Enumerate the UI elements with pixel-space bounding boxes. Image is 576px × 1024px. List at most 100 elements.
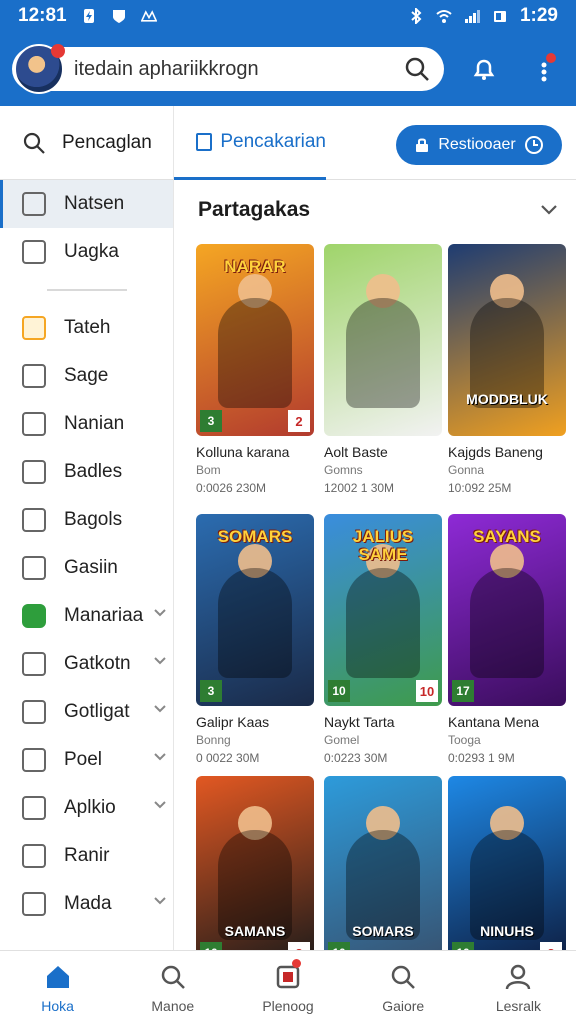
notifications-button[interactable] <box>464 49 504 89</box>
nav-item[interactable]: Manoe <box>115 951 230 1024</box>
restore-button[interactable]: Restiooaer <box>396 125 562 165</box>
restore-label: Restiooaer <box>438 136 516 153</box>
game-card[interactable]: Aolt Baste Gomns 12002 1 30M <box>324 244 442 495</box>
game-cover[interactable]: NARAR 3 2 <box>196 244 314 436</box>
search-icon[interactable] <box>404 56 430 82</box>
sidebar-item-label: Badles <box>64 461 123 482</box>
game-card[interactable]: SOMARS 3 Galipr Kaas Bonng 0 0022 30M <box>196 514 314 765</box>
notification-icon <box>140 10 157 22</box>
pegi-badge: 10 <box>416 680 438 702</box>
sidebar-item-label: Gotligat <box>64 701 130 722</box>
avatar-badge <box>51 44 65 58</box>
sidebar-item-label: Gatkotn <box>64 653 131 674</box>
game-logo: NARAR <box>224 257 286 276</box>
sidebar-item-label: Manariaa <box>64 605 144 626</box>
bottom-nav: Hoka Manoe Plenoog Gaiore Lesralk <box>0 950 576 1024</box>
nav-item[interactable]: Plenoog <box>230 951 345 1024</box>
camera-icon <box>22 240 46 264</box>
age-rating-badge: 17 <box>452 680 474 702</box>
chevron-down-icon[interactable] <box>153 656 167 666</box>
sidebar-item[interactable]: Ranir <box>0 832 173 880</box>
nav-item[interactable]: Hoka <box>0 951 115 1024</box>
sidebar-item[interactable]: Aplkio <box>0 784 173 832</box>
bars-icon <box>22 748 46 772</box>
nav-item[interactable]: Gaiore <box>346 951 461 1024</box>
game-subtitle: Gomns <box>324 463 363 477</box>
game-logo: SAYANS <box>473 527 541 546</box>
more-options-button[interactable] <box>524 49 564 89</box>
sidebar-item[interactable]: Manariaa <box>0 592 173 640</box>
game-logo: NINUHS <box>480 923 534 939</box>
sidebar: Natsen Uagka Tateh Sage Nanian Badles Bagols Ga… <box>0 180 174 950</box>
cross-box-icon <box>22 652 46 676</box>
game-cover[interactable]: JALIUS SAME 10 10 <box>324 514 442 706</box>
sidebar-item[interactable]: Gasiin <box>0 544 173 592</box>
chat-icon <box>22 604 46 628</box>
game-cover[interactable]: MODDBLUK <box>448 244 566 436</box>
sidebar-item[interactable]: Poel <box>0 736 173 784</box>
sidebar-item[interactable]: Natsen <box>0 180 173 228</box>
sidebar-item[interactable]: Tateh <box>0 304 173 352</box>
chevron-down-icon[interactable] <box>540 204 558 216</box>
sidebar-item-label: Aplkio <box>64 797 116 818</box>
sidebar-item[interactable]: Gotligat <box>0 688 173 736</box>
game-card[interactable]: NARAR 3 2 Kolluna karana Bom 0:0026 230M <box>196 244 314 495</box>
more-badge <box>546 53 557 63</box>
game-title: Galipr Kaas <box>196 714 270 730</box>
sidebar-item[interactable]: Nanian <box>0 400 173 448</box>
sidebar-item[interactable]: Bagols <box>0 496 173 544</box>
game-card[interactable]: SOMARS10 <box>324 776 442 950</box>
game-card[interactable]: SAMANS10 2 <box>196 776 314 950</box>
game-cover[interactable]: SOMARS10 <box>324 776 442 950</box>
chevron-down-icon[interactable] <box>153 896 167 906</box>
bluetooth-icon <box>411 8 422 24</box>
chevron-down-icon[interactable] <box>153 608 167 618</box>
sidebar-item-label: Uagka <box>64 241 119 262</box>
pencil-box-icon <box>22 508 46 532</box>
game-logo: SAMANS <box>224 923 286 939</box>
game-card[interactable]: SAYANS 17 Kantana Mena Tooga 0:0293 1 9M <box>448 514 566 765</box>
game-logo: JALIUS SAME <box>352 527 414 564</box>
age-rating-badge: 10 <box>452 942 474 950</box>
game-card[interactable]: MODDBLUK Kajgds Baneng Gonna 10:092 25M <box>448 244 566 495</box>
game-card[interactable]: NINUHS 10 2 <box>448 776 566 950</box>
sidebar-item[interactable]: Gatkotn <box>0 640 173 688</box>
square-icon <box>22 844 46 868</box>
game-logo: MODDBLUK <box>466 391 548 407</box>
sidebar-item-label: Poel <box>64 749 103 770</box>
game-cover[interactable]: SAMANS10 2 <box>196 776 314 950</box>
shield-icon <box>112 10 125 23</box>
game-title: Aolt Baste <box>324 444 388 460</box>
game-cover[interactable]: SAYANS 17 <box>448 514 566 706</box>
app-bar: itedain aphariikkrogn <box>0 32 576 106</box>
status-bar: 12:81 1:29 <box>0 0 576 32</box>
nav-item[interactable]: Lesralk <box>461 951 576 1024</box>
dot-box-icon <box>22 892 46 916</box>
sidebar-item[interactable]: Mada <box>0 880 173 928</box>
game-cover[interactable] <box>324 244 442 436</box>
sidebar-item[interactable]: Uagka <box>0 228 173 276</box>
list-box-icon <box>22 796 46 820</box>
sidebar-search[interactable]: Pencaglan <box>0 106 174 180</box>
game-subtitle: Bonng <box>196 733 231 747</box>
chevron-down-icon[interactable] <box>153 704 167 714</box>
age-rating-badge: 10 <box>328 942 350 950</box>
sidebar-item[interactable]: Sage <box>0 352 173 400</box>
charging-icon <box>83 9 94 23</box>
game-cover[interactable]: SOMARS 3 <box>196 514 314 706</box>
tab-search[interactable]: Pencakarian <box>174 106 326 180</box>
chevron-down-icon[interactable] <box>153 800 167 810</box>
game-cover[interactable]: NINUHS 10 2 <box>448 776 566 950</box>
wifi-icon <box>436 10 452 23</box>
search-input[interactable]: itedain aphariikkrogn <box>74 58 259 81</box>
pegi-badge: 2 <box>288 410 310 432</box>
sidebar-item-label: Ranir <box>64 845 110 866</box>
avatar[interactable] <box>14 44 65 94</box>
chevron-down-icon[interactable] <box>153 752 167 762</box>
sidebar-item[interactable]: Badles <box>0 448 173 496</box>
pegi-badge: 2 <box>288 942 310 950</box>
game-card[interactable]: JALIUS SAME 10 10 Naykt Tarta Gomel 0:0223 30… <box>324 514 442 765</box>
sidebar-item-label: Tateh <box>64 317 111 338</box>
search-bar[interactable]: itedain aphariikkrogn <box>12 44 445 94</box>
top-row: Pencaglan Pencakarian Restiooaer <box>0 106 576 180</box>
